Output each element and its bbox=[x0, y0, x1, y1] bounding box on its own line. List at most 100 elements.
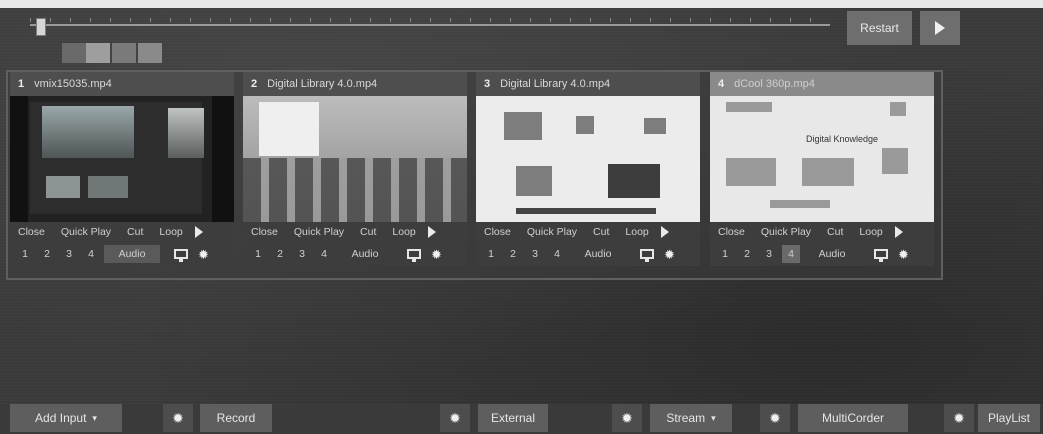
layer-button-1[interactable]: 1 bbox=[249, 245, 267, 263]
gear-icon[interactable]: ✹ bbox=[440, 404, 470, 432]
preview-region bbox=[259, 102, 319, 156]
layer-button-4[interactable]: 4 bbox=[82, 245, 100, 263]
gear-icon[interactable]: ✹ bbox=[664, 248, 675, 261]
timeline-ticks bbox=[30, 18, 830, 22]
play-button[interactable] bbox=[920, 11, 960, 45]
layer-row: 1 2 3 4 Audio ✹ bbox=[476, 242, 700, 266]
layer-button-1[interactable]: 1 bbox=[16, 245, 34, 263]
close-button[interactable]: Close bbox=[243, 226, 286, 238]
restart-button[interactable]: Restart bbox=[847, 11, 912, 45]
cut-button[interactable]: Cut bbox=[352, 226, 384, 238]
layer-button-3[interactable]: 3 bbox=[60, 245, 78, 263]
layer-button-4[interactable]: 4 bbox=[315, 245, 333, 263]
record-button[interactable]: Record bbox=[200, 404, 272, 432]
quick-play-button[interactable]: Quick Play bbox=[53, 226, 119, 238]
chevron-down-icon[interactable]: ▾ bbox=[711, 413, 716, 424]
monitor-icon[interactable] bbox=[174, 249, 188, 262]
gear-icon[interactable]: ✹ bbox=[431, 248, 442, 261]
input-card-1[interactable]: 1 vmix15035.mp4 Close Quick Play Cut Loo… bbox=[10, 72, 234, 272]
stream-label: Stream bbox=[666, 411, 706, 425]
close-button[interactable]: Close bbox=[476, 226, 519, 238]
layer-button-2[interactable]: 2 bbox=[271, 245, 289, 263]
gear-icon[interactable]: ✹ bbox=[898, 248, 909, 261]
monitor-icon[interactable] bbox=[874, 249, 888, 262]
preview-region bbox=[608, 164, 660, 198]
input-preview[interactable]: Digital Knowledge bbox=[710, 96, 934, 222]
gear-icon[interactable]: ✹ bbox=[612, 404, 642, 432]
input-preview[interactable] bbox=[476, 96, 700, 222]
play-icon[interactable] bbox=[894, 226, 903, 238]
preview-region bbox=[88, 176, 128, 198]
input-number: 2 bbox=[251, 78, 258, 90]
play-icon[interactable] bbox=[660, 226, 669, 238]
loop-button[interactable]: Loop bbox=[151, 226, 190, 238]
window-top-strip bbox=[0, 0, 1043, 8]
play-icon[interactable] bbox=[427, 226, 436, 238]
quick-play-button[interactable]: Quick Play bbox=[519, 226, 585, 238]
preview-region bbox=[516, 208, 656, 214]
gear-icon[interactable]: ✹ bbox=[944, 404, 974, 432]
audio-button[interactable]: Audio bbox=[337, 245, 393, 263]
preview-region bbox=[46, 176, 80, 198]
input-header[interactable]: 2 Digital Library 4.0.mp4 bbox=[243, 72, 467, 96]
chevron-down-icon[interactable]: ▾ bbox=[92, 413, 97, 424]
layer-button-2[interactable]: 2 bbox=[38, 245, 56, 263]
cut-button[interactable]: Cut bbox=[819, 226, 851, 238]
input-title: vmix15035.mp4 bbox=[34, 78, 112, 90]
layer-button-3[interactable]: 3 bbox=[526, 245, 544, 263]
input-number: 3 bbox=[484, 78, 491, 90]
quick-play-button[interactable]: Quick Play bbox=[753, 226, 819, 238]
layer-button-3[interactable]: 3 bbox=[293, 245, 311, 263]
audio-button[interactable]: Audio bbox=[570, 245, 626, 263]
layer-button-1[interactable]: 1 bbox=[716, 245, 734, 263]
input-header[interactable]: 4 dCool 360p.mp4 bbox=[710, 72, 934, 96]
audio-button[interactable]: Audio bbox=[104, 245, 160, 263]
layer-button-3[interactable]: 3 bbox=[760, 245, 778, 263]
loop-button[interactable]: Loop bbox=[851, 226, 890, 238]
playlist-button[interactable]: PlayList bbox=[978, 404, 1040, 432]
loop-button[interactable]: Loop bbox=[384, 226, 423, 238]
timeline-slider[interactable] bbox=[30, 18, 830, 36]
color-swatch[interactable] bbox=[86, 43, 110, 63]
preview-region bbox=[576, 116, 594, 134]
add-input-button[interactable]: Add Input ▾ bbox=[10, 404, 122, 432]
color-swatch[interactable] bbox=[112, 43, 136, 63]
layer-button-2[interactable]: 2 bbox=[738, 245, 756, 263]
input-controls: Close Quick Play Cut Loop bbox=[710, 222, 934, 242]
add-input-label: Add Input bbox=[35, 411, 87, 425]
input-card-2[interactable]: 2 Digital Library 4.0.mp4 Close Quick Pl… bbox=[243, 72, 467, 272]
input-card-3[interactable]: 3 Digital Library 4.0.mp4 Close Quick Pl… bbox=[476, 72, 700, 272]
preview-border bbox=[10, 96, 28, 222]
layer-button-1[interactable]: 1 bbox=[482, 245, 500, 263]
preview-border bbox=[212, 96, 234, 222]
close-button[interactable]: Close bbox=[10, 226, 53, 238]
monitor-icon[interactable] bbox=[407, 249, 421, 262]
color-swatch[interactable] bbox=[62, 43, 86, 63]
layer-button-4[interactable]: 4 bbox=[782, 245, 800, 263]
play-icon[interactable] bbox=[194, 226, 203, 238]
input-card-4[interactable]: 4 dCool 360p.mp4 Digital Knowledge Close… bbox=[710, 72, 934, 272]
loop-button[interactable]: Loop bbox=[617, 226, 656, 238]
layer-button-4[interactable]: 4 bbox=[548, 245, 566, 263]
audio-button[interactable]: Audio bbox=[804, 245, 860, 263]
quick-play-button[interactable]: Quick Play bbox=[286, 226, 352, 238]
stream-button[interactable]: Stream ▾ bbox=[650, 404, 732, 432]
input-header[interactable]: 3 Digital Library 4.0.mp4 bbox=[476, 72, 700, 96]
input-header[interactable]: 1 vmix15035.mp4 bbox=[10, 72, 234, 96]
gear-icon[interactable]: ✹ bbox=[198, 248, 209, 261]
external-button[interactable]: External bbox=[478, 404, 548, 432]
timeline-thumb[interactable] bbox=[36, 18, 46, 36]
color-swatch[interactable] bbox=[138, 43, 162, 63]
layer-button-2[interactable]: 2 bbox=[504, 245, 522, 263]
cut-button[interactable]: Cut bbox=[585, 226, 617, 238]
preview-region bbox=[882, 148, 908, 174]
input-preview[interactable] bbox=[243, 96, 467, 222]
monitor-icon[interactable] bbox=[640, 249, 654, 262]
input-preview[interactable] bbox=[10, 96, 234, 222]
gear-icon[interactable]: ✹ bbox=[163, 404, 193, 432]
gear-icon[interactable]: ✹ bbox=[760, 404, 790, 432]
close-button[interactable]: Close bbox=[710, 226, 753, 238]
multicorder-button[interactable]: MultiCorder bbox=[798, 404, 908, 432]
cut-button[interactable]: Cut bbox=[119, 226, 151, 238]
preview-region bbox=[644, 118, 666, 134]
